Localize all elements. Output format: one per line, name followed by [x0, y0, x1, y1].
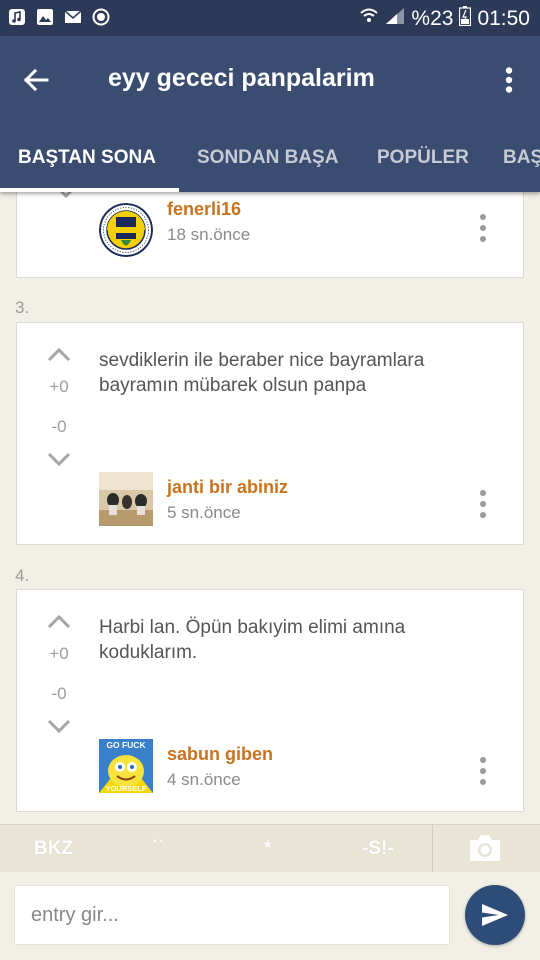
toolbar-divider [432, 825, 433, 873]
music-icon [8, 8, 26, 26]
entry-card: fenerli16 18 sn.önce [16, 192, 524, 278]
entry-text: Harbi lan. Öpün bakıyim elimi amına kodu… [99, 617, 406, 663]
downvote-icon[interactable] [46, 718, 72, 734]
page-title: eyy gececi panpalarim [108, 64, 375, 92]
tab-bar: BAŞTAN SONA SONDAN BAŞA POPÜLER BAŞ [0, 132, 540, 192]
star-button[interactable]: * [264, 825, 271, 873]
app-bar: eyy gececi panpalarim BAŞTAN SONA SONDAN… [0, 36, 540, 192]
more-vert-icon [505, 67, 513, 93]
status-bar: %23 01:50 [0, 0, 540, 36]
entry-number: 3. [15, 298, 30, 317]
upvote-icon[interactable] [46, 614, 72, 630]
avatar[interactable] [99, 203, 153, 257]
avatar-image: GO FUCK YOURSELF [99, 739, 153, 793]
battery-percent: %23 [411, 7, 454, 30]
entry-card: +0 -0 Harbi lan. Öpün bakıyim elimi amın… [16, 589, 524, 812]
tab-bastan-sona[interactable]: BAŞTAN SONA [18, 132, 156, 192]
entry-time: 4 sn.önce [167, 770, 241, 789]
entry-number: 4. [15, 566, 30, 585]
entry-list[interactable]: fenerli16 18 sn.önce 3. +0 -0 sevdikleri… [0, 192, 540, 824]
send-icon [482, 904, 508, 926]
avatar[interactable] [99, 472, 153, 526]
fenerbahce-logo-icon [99, 203, 153, 257]
record-icon [92, 8, 110, 26]
author-name[interactable]: fenerli16 [167, 199, 241, 220]
avatar-caption-bottom: YOURSELF [106, 784, 147, 793]
backtick-button[interactable]: `` [152, 825, 165, 873]
upvote-count: +0 [49, 644, 69, 663]
downvote-icon[interactable] [46, 451, 72, 467]
wifi-icon [359, 7, 379, 31]
tab-sondan-basa[interactable]: SONDAN BAŞA [197, 132, 338, 192]
entry-input-bar [0, 872, 540, 960]
clock: 01:50 [477, 7, 530, 30]
entry-time: 5 sn.önce [167, 503, 241, 522]
camera-icon[interactable] [468, 833, 502, 863]
author-name[interactable]: sabun giben [167, 744, 273, 765]
back-button[interactable] [14, 58, 58, 102]
signal-icon [385, 7, 405, 31]
entry-more-icon[interactable] [477, 213, 489, 243]
upvote-icon[interactable] [46, 347, 72, 363]
tab-bas[interactable]: BAŞ [503, 132, 540, 192]
bkz-button[interactable]: BKZ [34, 825, 73, 873]
avatar[interactable]: GO FUCK YOURSELF [99, 739, 153, 793]
entry-input[interactable] [14, 885, 450, 945]
battery-icon [459, 6, 472, 32]
back-arrow-icon [23, 68, 49, 92]
image-icon [36, 8, 54, 26]
entry-time: 18 sn.önce [167, 225, 251, 244]
mail-icon [64, 8, 82, 26]
format-toolbar: BKZ `` * -S!- [0, 824, 540, 873]
send-button[interactable] [465, 885, 525, 945]
avatar-caption-top: GO FUCK [106, 740, 146, 750]
tab-indicator [0, 188, 179, 192]
vote-box: +0 -0 [39, 614, 79, 734]
avatar-photo [99, 472, 153, 526]
entry-more-icon[interactable] [477, 489, 489, 519]
downvote-count: -0 [51, 417, 67, 436]
vote-box: +0 -0 [39, 347, 79, 467]
overflow-menu-button[interactable] [494, 58, 524, 102]
tab-populer[interactable]: POPÜLER [377, 132, 469, 192]
downvote-icon[interactable] [53, 192, 79, 199]
entry-text: sevdiklerin ile beraber nice bayramlara … [99, 350, 425, 396]
entry-card: +0 -0 sevdiklerin ile beraber nice bayra… [16, 322, 524, 545]
entry-more-icon[interactable] [477, 756, 489, 786]
downvote-count: -0 [51, 684, 67, 703]
spoiler-button[interactable]: -S!- [362, 825, 394, 873]
upvote-count: +0 [49, 377, 69, 396]
author-name[interactable]: janti bir abiniz [167, 477, 288, 498]
